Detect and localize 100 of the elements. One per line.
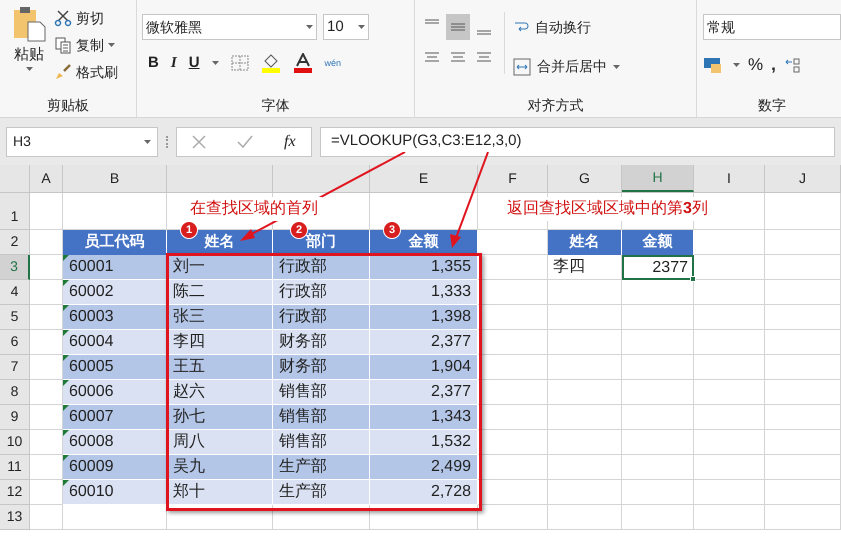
horizontal-align-icon[interactable] [476,50,492,64]
clipboard-icon [12,6,46,42]
group-title: 字体 [262,96,290,114]
empty-cell [30,193,63,230]
empty-cell [694,330,765,355]
table-cell: 2,728 [370,480,478,505]
table-cell: 周八 [167,430,273,455]
table-cell: 财务部 [273,355,370,380]
number-format-field[interactable]: 常规 [703,14,841,40]
selected-cell[interactable]: 2377 [622,255,694,280]
table-cell: 行政部 [273,255,370,280]
table-cell: 60003 [63,305,167,330]
empty-cell [694,430,765,455]
horizontal-align-icon[interactable] [450,50,466,64]
dropdown-arrow-icon[interactable] [212,61,219,66]
copy-icon [54,36,72,54]
table-cell: 生产部 [273,455,370,480]
border-icon[interactable] [230,55,249,72]
dropdown-arrow-icon[interactable] [144,140,151,144]
table-cell: 2,377 [370,380,478,405]
horizontal-align-icon[interactable] [424,50,440,64]
row-header[interactable]: 11 [0,455,30,480]
empty-cell [622,430,694,455]
wrap-text-button[interactable]: 自动换行 [535,16,591,38]
dropdown-arrow-icon[interactable] [26,66,32,70]
table-cell: 60004 [63,330,167,355]
table-cell: 李四 [548,255,622,280]
align-lines-icon [450,23,466,31]
phonetic-button[interactable]: wén [324,58,342,68]
table-cell: 孙七 [167,405,273,430]
column-header[interactable]: F [478,165,548,192]
font-size-field[interactable]: 10 [323,14,369,40]
column-header[interactable]: H [622,165,694,192]
table-cell: 60005 [63,355,167,380]
align-lines-icon [476,30,492,35]
table-cell: 2,499 [370,455,478,480]
underline-button[interactable]: U [188,52,200,74]
table-cell: 行政部 [273,305,370,330]
empty-cell [694,505,765,530]
row-header[interactable]: 9 [0,405,30,430]
row-header[interactable]: 12 [0,480,30,505]
column-header[interactable]: A [30,165,63,192]
font-color-icon[interactable] [292,53,313,74]
vertical-align-button[interactable] [446,14,470,40]
table-cell: 李四 [167,330,273,355]
table-cell: 赵六 [167,380,273,405]
table-header-cell: 员工代码 [63,230,167,255]
row-header[interactable]: 10 [0,430,30,455]
group-title: 对齐方式 [528,96,584,114]
dropdown-arrow-icon[interactable] [358,25,365,29]
table-cell: 60007 [63,405,167,430]
table-cell: 销售部 [273,405,370,430]
row-header[interactable]: 13 [0,505,30,530]
paste-button[interactable]: 粘贴 [10,6,48,93]
empty-cell [694,480,765,505]
empty-cell [622,455,694,480]
table-cell: 60002 [63,280,167,305]
clipboard-item[interactable]: 格式刷 [54,60,118,84]
table-cell: 2,377 [370,330,478,355]
dropdown-arrow-icon[interactable] [733,62,740,67]
clipboard-item[interactable]: 复制 [54,33,118,57]
dropdown-arrow-icon[interactable] [613,64,620,68]
table-cell: 60006 [63,380,167,405]
column-header[interactable]: B [63,165,167,192]
insert-function-button[interactable]: fx [284,130,296,154]
table-cell: 郑十 [167,480,273,505]
row-header[interactable]: 8 [0,380,30,405]
scissors-icon [54,9,72,27]
bold-button[interactable]: B [148,52,159,74]
italic-button[interactable]: I [170,52,177,74]
empty-cell [622,505,694,530]
row-header[interactable]: 3 [0,255,30,280]
row-header[interactable]: 4 [0,280,30,305]
column-header[interactable]: J [765,165,841,192]
number-marker: 1 [180,221,198,239]
merge-center-button[interactable]: 合并后居中 [537,56,607,77]
font-name-field[interactable]: 微软雅黑 [142,14,317,40]
table-header-cell: 姓名 [548,230,622,255]
table-cell: 刘一 [167,255,273,280]
empty-cell [694,280,765,305]
row-header[interactable]: 2 [0,230,30,255]
comma-button[interactable]: , [771,52,776,78]
dropdown-arrow-icon[interactable] [306,25,313,29]
table-cell: 60008 [63,430,167,455]
clipboard-item[interactable]: 剪切 [54,6,118,30]
table-cell: 60010 [63,480,167,505]
row-header[interactable]: 6 [0,330,30,355]
row-header[interactable]: 5 [0,305,30,330]
percent-button[interactable]: % [748,52,764,78]
column-header[interactable]: I [694,165,765,192]
row-header[interactable]: 1 [0,193,30,230]
row-header[interactable]: 7 [0,355,30,380]
brush-icon [54,63,72,81]
dropdown-arrow-icon[interactable] [108,43,115,47]
name-box[interactable]: H3 [6,126,158,156]
group-title: 剪贴板 [47,96,89,114]
column-header[interactable]: E [370,165,478,192]
fill-color-icon[interactable] [260,53,281,74]
table-cell: 财务部 [273,330,370,355]
formula-field[interactable]: =VLOOKUP(G3,C3:E12,3,0) [320,126,835,156]
